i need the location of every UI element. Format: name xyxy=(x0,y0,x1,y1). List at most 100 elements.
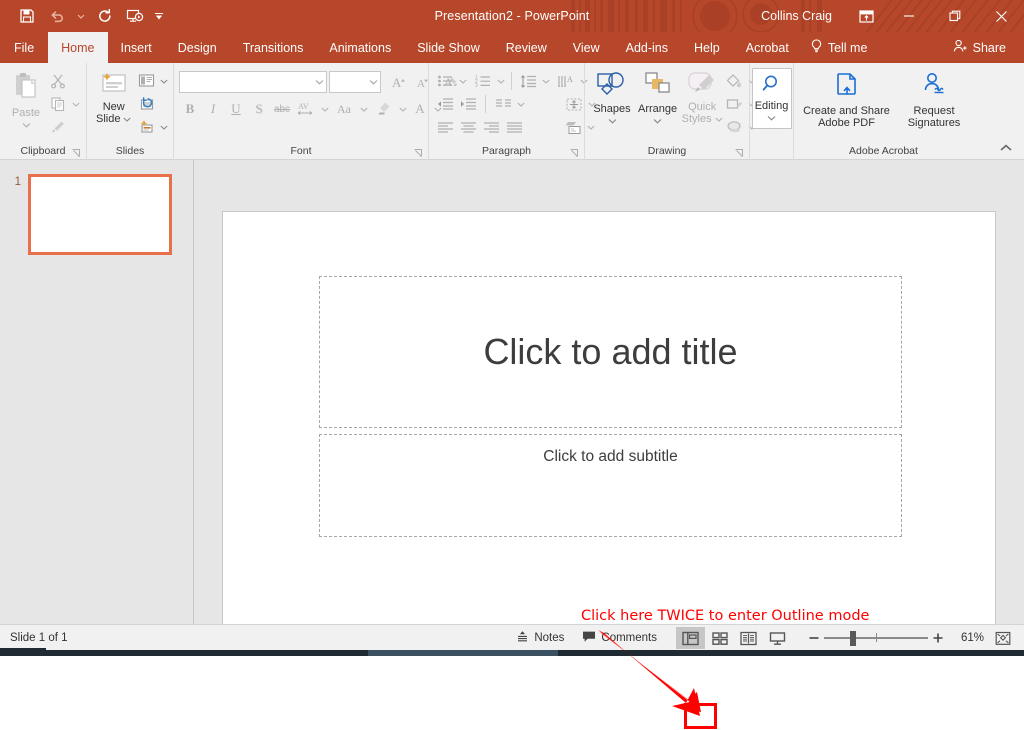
bullets-dropdown-icon[interactable] xyxy=(457,70,468,92)
grow-font-button[interactable]: A xyxy=(388,71,410,93)
line-spacing-dropdown-icon[interactable] xyxy=(540,70,551,92)
justify-button[interactable] xyxy=(503,116,525,138)
font-dialog-launcher[interactable] xyxy=(413,146,424,157)
text-shadow-button[interactable]: S xyxy=(248,98,270,120)
change-case-button[interactable]: Aa xyxy=(331,98,357,120)
section-dropdown-icon[interactable] xyxy=(158,116,169,138)
font-name-combo[interactable] xyxy=(179,71,327,93)
close-button[interactable] xyxy=(978,0,1024,32)
paragraph-dialog-launcher[interactable] xyxy=(569,146,580,157)
tab-review[interactable]: Review xyxy=(493,32,560,63)
restore-button[interactable] xyxy=(932,0,978,32)
strikethrough-button[interactable]: abc xyxy=(271,98,293,120)
tab-insert[interactable]: Insert xyxy=(108,32,165,63)
align-right-button[interactable] xyxy=(480,116,502,138)
align-left-button[interactable] xyxy=(434,116,456,138)
numbering-button[interactable]: 123 xyxy=(472,70,494,92)
underline-button[interactable]: U xyxy=(225,98,247,120)
italic-button[interactable]: I xyxy=(202,98,224,120)
shapes-button[interactable]: Shapes xyxy=(590,68,634,131)
tab-slide-show[interactable]: Slide Show xyxy=(404,32,493,63)
tell-me-search[interactable]: Tell me xyxy=(802,32,878,63)
tab-view[interactable]: View xyxy=(560,32,613,63)
tab-design[interactable]: Design xyxy=(165,32,230,63)
new-slide-dropdown-icon[interactable] xyxy=(123,113,132,126)
zoom-out-button[interactable] xyxy=(804,627,824,649)
normal-view-button[interactable] xyxy=(676,627,705,649)
tab-help[interactable]: Help xyxy=(681,32,733,63)
increase-indent-button[interactable] xyxy=(457,93,479,115)
font-size-dropdown-icon[interactable] xyxy=(369,76,378,88)
convert-to-smartart-button[interactable] xyxy=(562,116,584,138)
character-spacing-button[interactable]: AV xyxy=(294,98,318,120)
reset-button[interactable] xyxy=(135,93,157,115)
shape-fill-button[interactable] xyxy=(723,70,745,92)
format-painter-button[interactable] xyxy=(47,116,69,138)
new-slide-button[interactable]: New Slide xyxy=(92,68,135,129)
tab-add-ins[interactable]: Add-ins xyxy=(613,32,681,63)
font-name-dropdown-icon[interactable] xyxy=(315,76,324,88)
text-highlight-button[interactable] xyxy=(374,98,396,120)
fit-to-window-button[interactable] xyxy=(988,627,1018,649)
tab-transitions[interactable]: Transitions xyxy=(230,32,317,63)
slide-thumbnail-1[interactable] xyxy=(28,174,172,255)
subtitle-placeholder[interactable]: Click to add subtitle xyxy=(319,434,902,537)
slide-show-view-button[interactable] xyxy=(763,627,792,649)
tab-acrobat[interactable]: Acrobat xyxy=(733,32,802,63)
align-text-button[interactable] xyxy=(563,93,585,115)
request-signatures-button[interactable]: Request Signatures xyxy=(900,68,968,133)
zoom-slider-thumb[interactable] xyxy=(850,631,856,646)
columns-button[interactable] xyxy=(492,93,514,115)
copy-button[interactable] xyxy=(47,93,69,115)
zoom-percentage[interactable]: 61% xyxy=(948,632,988,644)
bold-button[interactable]: B xyxy=(179,98,201,120)
reading-view-button[interactable] xyxy=(734,627,763,649)
layout-dropdown-icon[interactable] xyxy=(158,70,169,92)
customize-qat-icon[interactable] xyxy=(150,3,168,29)
zoom-slider-track[interactable] xyxy=(824,627,928,649)
notes-button[interactable]: Notes xyxy=(507,627,573,649)
columns-dropdown-icon[interactable] xyxy=(515,93,526,115)
create-and-share-adobe-pdf-button[interactable]: Create and Share Adobe PDF xyxy=(799,68,894,133)
align-center-button[interactable] xyxy=(457,116,479,138)
tab-home[interactable]: Home xyxy=(48,32,108,63)
shape-effects-button[interactable] xyxy=(723,116,745,138)
cut-button[interactable] xyxy=(47,70,69,92)
title-placeholder[interactable]: Click to add title xyxy=(319,276,902,428)
slide-canvas[interactable]: Click to add title Click to add subtitle… xyxy=(222,211,996,647)
font-size-combo[interactable] xyxy=(329,71,381,93)
undo-icon[interactable] xyxy=(42,3,72,29)
quick-styles-dropdown-icon[interactable] xyxy=(715,113,723,126)
text-highlight-dropdown-icon[interactable] xyxy=(397,98,408,120)
bullets-button[interactable] xyxy=(434,70,456,92)
copy-dropdown-icon[interactable] xyxy=(70,93,81,115)
shapes-dropdown-icon[interactable] xyxy=(608,115,617,128)
drawing-dialog-launcher[interactable] xyxy=(734,146,745,157)
decrease-indent-button[interactable] xyxy=(434,93,456,115)
comments-button[interactable]: Comments xyxy=(573,627,666,649)
character-spacing-dropdown-icon[interactable] xyxy=(319,98,330,120)
shape-outline-button[interactable] xyxy=(723,93,745,115)
change-case-dropdown-icon[interactable] xyxy=(358,98,369,120)
arrange-dropdown-icon[interactable] xyxy=(653,115,662,128)
save-icon[interactable] xyxy=(12,3,42,29)
ribbon-display-options-icon[interactable] xyxy=(846,0,886,32)
layout-button[interactable] xyxy=(135,70,157,92)
tab-file[interactable]: File xyxy=(0,32,48,63)
section-button[interactable] xyxy=(135,116,157,138)
undo-dropdown-icon[interactable] xyxy=(72,3,90,29)
text-direction-button[interactable]: A xyxy=(555,70,577,92)
editing-button[interactable]: Editing xyxy=(751,68,792,129)
redo-icon[interactable] xyxy=(90,3,120,29)
arrange-button[interactable]: Arrange xyxy=(634,68,681,131)
clipboard-dialog-launcher[interactable] xyxy=(71,146,82,157)
user-account-name[interactable]: Collins Craig xyxy=(761,9,846,23)
minimize-button[interactable] xyxy=(886,0,932,32)
start-slideshow-icon[interactable] xyxy=(120,3,150,29)
tab-animations[interactable]: Animations xyxy=(316,32,404,63)
zoom-in-button[interactable] xyxy=(928,627,948,649)
slide-sorter-view-button[interactable] xyxy=(705,627,734,649)
paste-button[interactable]: Paste xyxy=(5,68,47,135)
share-button[interactable]: Share xyxy=(945,32,1014,63)
quick-styles-button[interactable]: Quick Styles xyxy=(681,68,723,129)
